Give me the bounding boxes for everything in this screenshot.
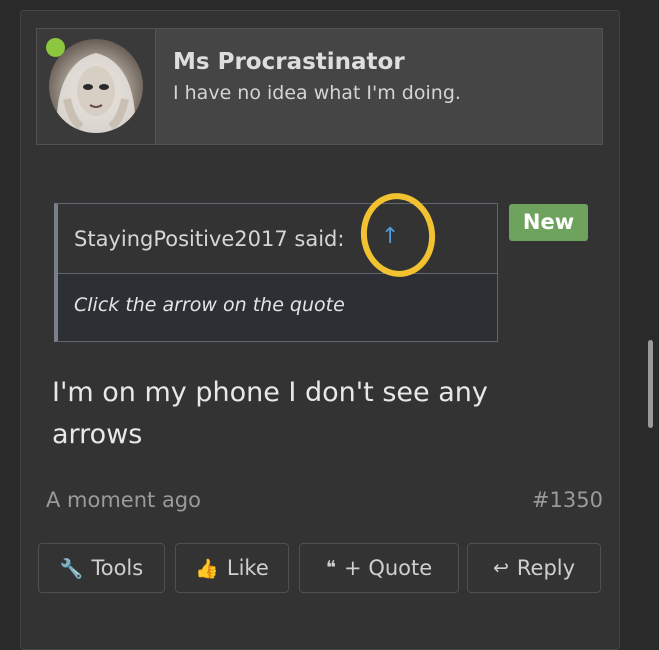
quote-icon: ❝	[325, 557, 337, 579]
reply-label: Reply	[516, 556, 576, 580]
scrollbar-thumb[interactable]	[648, 340, 653, 428]
new-badge: New	[509, 204, 588, 241]
like-label: Like	[226, 556, 269, 580]
post-timestamp[interactable]: A moment ago	[46, 488, 201, 512]
tools-label: Tools	[91, 556, 144, 580]
post-actions: 🔧 Tools 👍 Like ❝ + Quote ↩ Reply	[0, 543, 659, 595]
tools-button[interactable]: 🔧 Tools	[38, 543, 165, 593]
reply-button[interactable]: ↩ Reply	[467, 543, 601, 593]
reply-icon: ↩	[492, 557, 509, 579]
user-title: I have no idea what I'm doing.	[173, 82, 461, 104]
post-number[interactable]: #1350	[532, 488, 603, 512]
wrench-icon: 🔧	[59, 557, 84, 580]
quote-label: + Quote	[344, 556, 433, 580]
online-status-icon	[46, 38, 65, 57]
thumbs-up-icon: 👍	[195, 557, 219, 580]
like-button[interactable]: 👍 Like	[175, 543, 289, 593]
quote-button[interactable]: ❝ + Quote	[299, 543, 459, 593]
quote-author: StayingPositive2017 said:	[74, 227, 345, 251]
post-message: I'm on my phone I don't see any arrows	[52, 377, 488, 450]
user-block: Ms Procrastinator I have no idea what I'…	[36, 28, 603, 145]
quote-text: Click the arrow on the quote	[74, 294, 345, 316]
avatar-container	[37, 29, 156, 144]
username[interactable]: Ms Procrastinator	[173, 49, 405, 75]
